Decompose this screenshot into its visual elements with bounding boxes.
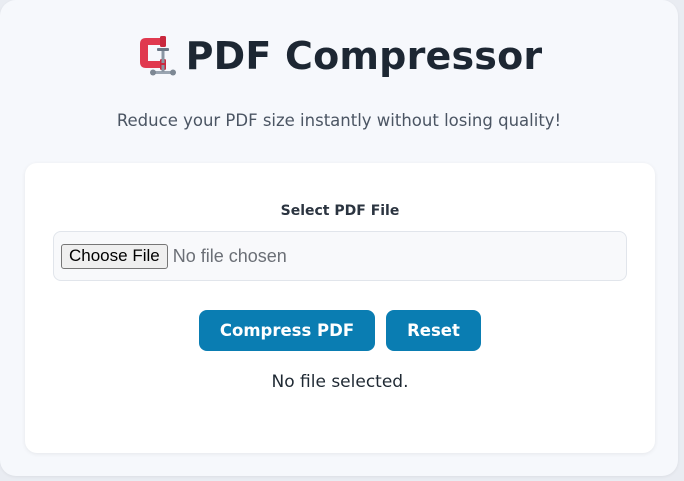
reset-button[interactable]: Reset (386, 310, 481, 351)
status-message: No file selected. (271, 372, 409, 392)
page-subtitle: Reduce your PDF size instantly without l… (116, 111, 562, 130)
file-field-label: Select PDF File (280, 203, 400, 219)
clamp-icon (139, 36, 176, 76)
app-container: PDF Compressor Reduce your PDF size inst… (0, 0, 678, 476)
page-title: PDF Compressor (185, 34, 543, 78)
header: PDF Compressor (0, 28, 678, 84)
choose-file-button[interactable]: Choose File (61, 243, 168, 269)
file-input[interactable]: Choose File No file chosen (53, 231, 627, 281)
upload-card: Select PDF File Choose File No file chos… (25, 163, 655, 453)
compress-button[interactable]: Compress PDF (199, 310, 375, 351)
action-buttons: Compress PDF Reset (25, 310, 655, 351)
file-chosen-status: No file chosen (172, 245, 287, 266)
